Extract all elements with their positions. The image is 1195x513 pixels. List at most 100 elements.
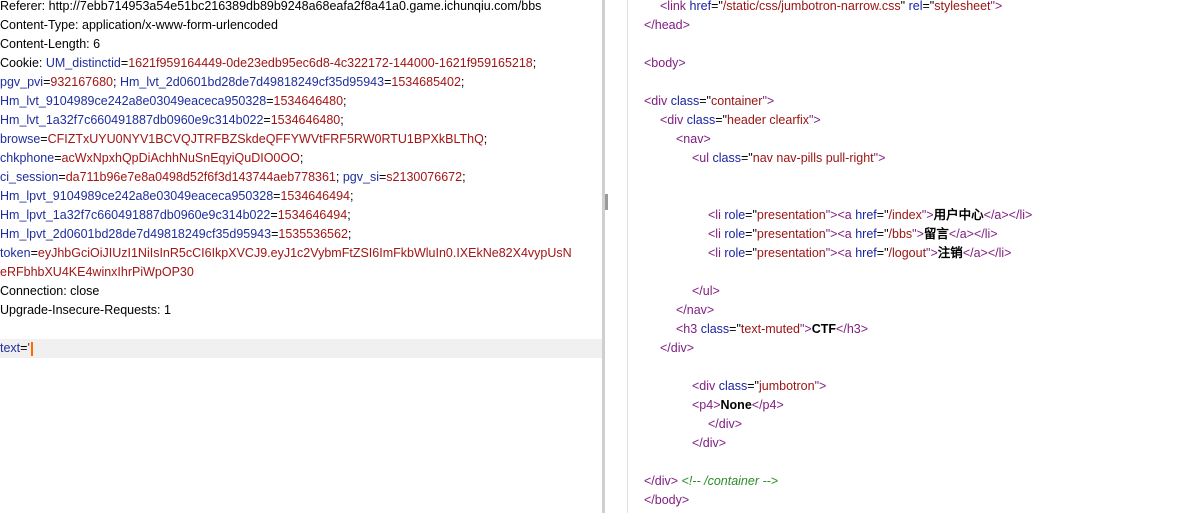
response-line[interactable]: [644, 358, 1194, 377]
request-token: 1534685402: [391, 75, 461, 89]
request-line[interactable]: Cookie: UM_distinctid=1621f959164449-0de…: [0, 54, 602, 73]
request-line[interactable]: Content-Length: 6: [0, 35, 602, 54]
request-line[interactable]: text=': [0, 339, 602, 358]
response-token: ">: [762, 94, 775, 108]
response-line[interactable]: </div>: [644, 339, 1194, 358]
response-line[interactable]: [644, 73, 1194, 92]
request-token: =: [266, 94, 274, 108]
response-token: <p4>: [692, 398, 721, 412]
request-token: token: [0, 246, 31, 260]
response-line[interactable]: <li role="presentation"><a href="/index"…: [644, 206, 1194, 225]
request-token: Cookie:: [0, 56, 46, 70]
response-token: <a: [837, 246, 856, 260]
response-token: =": [876, 246, 889, 260]
request-line[interactable]: ci_session=da711b96e7e8a0498d52f6f3d1437…: [0, 168, 602, 187]
request-token: s2130076672: [386, 170, 463, 184]
response-token: class: [686, 113, 716, 127]
response-token: =": [747, 379, 759, 393]
response-token: href: [855, 246, 877, 260]
request-line[interactable]: Hm_lpvt_9104989ce242a8e03049eaceca950328…: [0, 187, 602, 206]
response-line[interactable]: <link href="/static/css/jumbotron-narrow…: [644, 0, 1194, 16]
response-line[interactable]: </div>: [644, 434, 1194, 453]
response-token: ">: [990, 0, 1003, 13]
request-token: Hm_lpvt_9104989ce242a8e03049eaceca950328: [0, 189, 274, 203]
request-line[interactable]: token=eyJhbGciOiJIUzI1NiIsInR5cCI6IkpXVC…: [0, 244, 602, 263]
request-token: da711b96e7e8a0498d52f6f3d143744aeb778361: [65, 170, 336, 184]
request-line[interactable]: Hm_lpvt_1a32f7c660491887db0960e9c314b022…: [0, 206, 602, 225]
response-line[interactable]: [644, 187, 1194, 206]
response-line[interactable]: [644, 168, 1194, 187]
response-line[interactable]: [644, 263, 1194, 282]
response-token: /index: [888, 208, 922, 222]
response-line[interactable]: </div>: [644, 415, 1194, 434]
response-token: =": [741, 151, 753, 165]
response-token: ">: [825, 208, 838, 222]
request-line[interactable]: Hm_lvt_1a32f7c660491887db0960e9c314b022=…: [0, 111, 602, 130]
response-token: =": [745, 227, 757, 241]
response-viewer[interactable]: <link href="/static/css/jumbotron-narrow…: [628, 0, 1195, 513]
response-line[interactable]: </div> <!-- /container -->: [644, 472, 1194, 491]
response-token: <li: [708, 208, 725, 222]
request-token: Hm_lpvt_1a32f7c660491887db0960e9c314b022: [0, 208, 271, 222]
response-token: class: [670, 94, 700, 108]
response-line[interactable]: <li role="presentation"><a href="/logout…: [644, 244, 1194, 263]
response-line[interactable]: <body>: [644, 54, 1194, 73]
response-line[interactable]: </ul>: [644, 282, 1194, 301]
request-token: 1534646494: [277, 208, 348, 222]
pane-splitter[interactable]: [602, 0, 628, 513]
response-token: /logout: [888, 246, 927, 260]
request-line[interactable]: chkphone=acWxNpxhQpDiAchhNuSnEqyiQuDIO0O…: [0, 149, 602, 168]
response-token: container: [711, 94, 763, 108]
response-token: </a>: [962, 246, 988, 260]
response-token: 留言: [923, 227, 949, 241]
response-line[interactable]: <nav>: [644, 130, 1194, 149]
response-token: role: [724, 246, 746, 260]
response-line[interactable]: <p4>None</p4>: [644, 396, 1194, 415]
request-token: Hm_lvt_2d0601bd28de7d49818249cf35d95943: [119, 75, 385, 89]
request-line[interactable]: Hm_lvt_9104989ce242a8e03049eaceca950328=…: [0, 92, 602, 111]
request-line[interactable]: browse=CFIZTxUYU0NYV1BCVQJTRFBZSkdeQFFYW…: [0, 130, 602, 149]
request-token: pgv_pvi: [0, 75, 44, 89]
response-line[interactable]: <ul class="nav nav-pills pull-right">: [644, 149, 1194, 168]
response-line[interactable]: <div class="container">: [644, 92, 1194, 111]
response-token: CTF: [811, 322, 837, 336]
splitter-grip-icon[interactable]: [605, 194, 608, 210]
response-line[interactable]: [644, 453, 1194, 472]
request-token: ;: [532, 56, 537, 70]
response-token: ">: [926, 246, 938, 260]
request-token: ;: [299, 151, 304, 165]
request-token: ;: [347, 208, 351, 222]
request-line[interactable]: Connection: close: [0, 282, 602, 301]
response-line[interactable]: </body>: [644, 491, 1194, 510]
response-token: href: [689, 0, 712, 13]
response-token: ">: [912, 227, 924, 241]
response-token: ">: [921, 208, 934, 222]
response-token: </ul>: [692, 284, 720, 298]
request-token: 1535536562: [278, 227, 348, 241]
request-token: ': [27, 341, 30, 355]
response-token: </nav>: [676, 303, 715, 317]
response-token: ">: [825, 246, 838, 260]
response-line[interactable]: [644, 35, 1194, 54]
response-line[interactable]: </nav>: [644, 301, 1194, 320]
response-token: <div: [660, 113, 687, 127]
request-line[interactable]: [0, 320, 602, 339]
request-editor[interactable]: Referer: http://7ebb714953a54e51bc216389…: [0, 0, 602, 513]
request-line[interactable]: pgv_pvi=932167680; Hm_lvt_2d0601bd28de7d…: [0, 73, 602, 92]
response-line[interactable]: <div class="jumbotron">: [644, 377, 1194, 396]
response-token: </div>: [660, 341, 695, 355]
request-line[interactable]: eRFbhbXU4KE4winxIhrPiWpOP30: [0, 263, 602, 282]
response-line[interactable]: <div class="header clearfix">: [644, 111, 1194, 130]
response-line[interactable]: <li role="presentation"><a href="/bbs">留…: [644, 225, 1194, 244]
response-token: <link: [660, 0, 690, 13]
request-line[interactable]: Referer: http://7ebb714953a54e51bc216389…: [0, 0, 602, 16]
response-line[interactable]: </head>: [644, 16, 1194, 35]
request-token: Content-Length: 6: [0, 37, 101, 51]
response-line[interactable]: <h3 class="text-muted">CTF</h3>: [644, 320, 1194, 339]
request-token: text: [0, 341, 21, 355]
request-line[interactable]: Content-Type: application/x-www-form-url…: [0, 16, 602, 35]
request-line[interactable]: Hm_lpvt_2d0601bd28de7d49818249cf35d95943…: [0, 225, 602, 244]
request-line[interactable]: Upgrade-Insecure-Requests: 1: [0, 301, 602, 320]
response-token: =": [745, 246, 757, 260]
response-token: presentation: [756, 208, 826, 222]
